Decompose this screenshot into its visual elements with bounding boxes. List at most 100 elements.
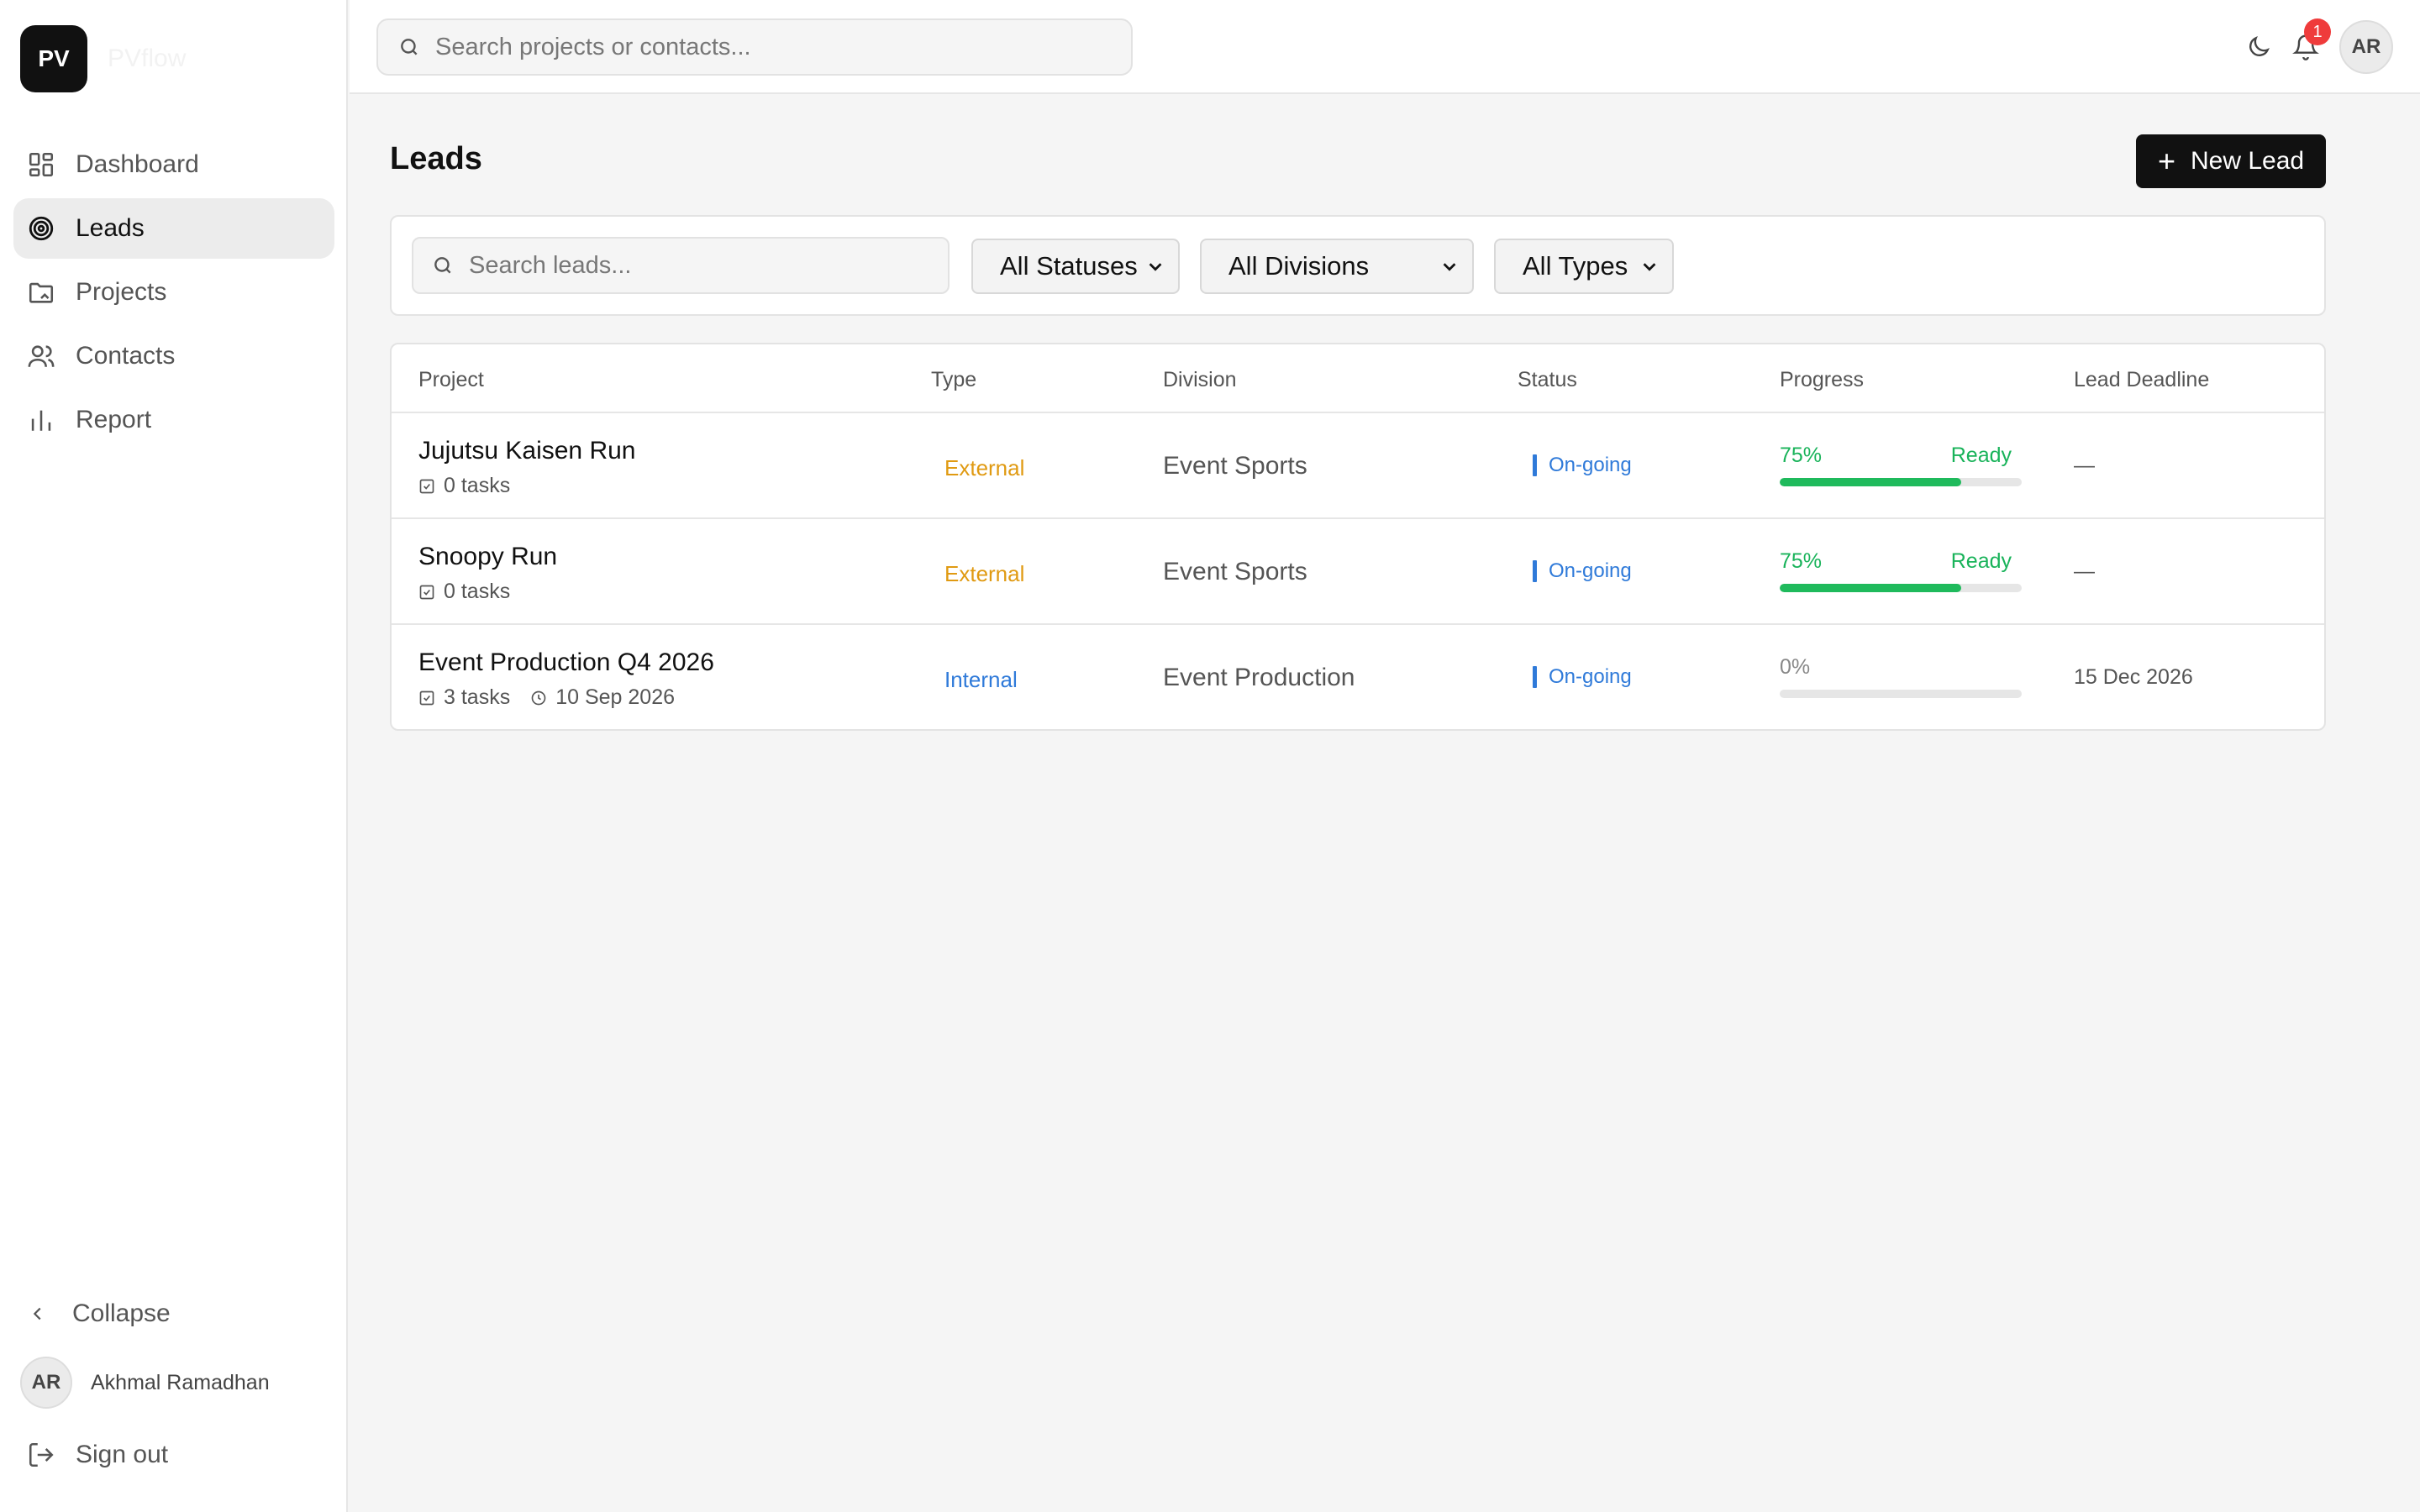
sidebar-item-label: Report — [76, 406, 152, 433]
theme-toggle-button[interactable] — [2242, 30, 2275, 64]
logout-icon — [27, 1441, 55, 1469]
brand-logo: PV — [20, 25, 87, 92]
table-row[interactable]: Snoopy Run 0 tasks External Event Sports… — [392, 519, 2324, 625]
top-bar: 1 AR — [350, 0, 2420, 94]
progress-percent: 75% — [1780, 549, 1823, 573]
project-date-text: 10 Sep 2026 — [555, 685, 675, 709]
moon-icon — [2249, 36, 2270, 56]
global-search-input[interactable] — [435, 33, 1131, 61]
page-title: Leads — [390, 141, 482, 176]
column-header-type[interactable]: Type — [931, 368, 976, 392]
users-icon — [27, 342, 55, 370]
new-lead-button[interactable]: + New Lead — [2136, 134, 2326, 188]
sidebar: PV PVflow Dashboard Leads Projects Conta… — [0, 0, 348, 1512]
sidebar-item-contacts[interactable]: Contacts — [13, 326, 334, 386]
filter-bar: All Statuses All Divisions All Types — [390, 215, 2326, 316]
checkbox-icon — [419, 690, 434, 705]
division-filter-select[interactable]: All Divisions — [1200, 239, 1474, 294]
project-meta: 3 tasks 10 Sep 2026 — [418, 685, 695, 710]
status-filter-select[interactable]: All Statuses — [971, 239, 1180, 294]
table-row[interactable]: Event Production Q4 2026 3 tasks 10 Sep … — [392, 625, 2324, 729]
brand-name: PVflow — [108, 45, 187, 72]
type-filter-select[interactable]: All Types — [1494, 239, 1674, 294]
folder-icon — [27, 278, 55, 307]
project-name[interactable]: Snoopy Run — [418, 543, 557, 571]
status-indicator — [1533, 454, 1537, 476]
task-count-text: 3 tasks — [444, 685, 511, 709]
column-header-division[interactable]: Division — [1163, 368, 1237, 392]
collapse-button[interactable]: Collapse — [13, 1284, 334, 1344]
target-icon — [27, 214, 55, 243]
progress-bar — [1780, 584, 2022, 592]
column-header-project[interactable]: Project — [418, 368, 484, 392]
type-badge: External — [944, 561, 1025, 586]
leads-search[interactable] — [412, 237, 950, 294]
new-lead-label: New Lead — [2190, 147, 2305, 175]
notification-badge: 1 — [2304, 18, 2331, 45]
sign-out-button[interactable]: Sign out — [13, 1425, 334, 1485]
project-name[interactable]: Event Production Q4 2026 — [418, 648, 714, 677]
task-count-text: 0 tasks — [444, 474, 511, 497]
status-filter-value: All Statuses — [1000, 251, 1138, 281]
checkbox-icon — [419, 479, 434, 493]
progress-state: Ready — [1950, 549, 2012, 573]
project-meta: 0 tasks — [418, 474, 530, 498]
column-header-lead-deadline[interactable]: Lead Deadline — [2074, 368, 2209, 392]
progress-cell: 75% Ready — [1780, 549, 2022, 592]
checkbox-icon — [419, 585, 434, 599]
division-filter-value: All Divisions — [1228, 251, 1370, 281]
clock-icon — [531, 690, 546, 705]
status-badge: On-going — [1533, 454, 1632, 477]
global-search[interactable] — [376, 18, 1133, 76]
division-text: Event Sports — [1163, 558, 1307, 585]
sidebar-item-report[interactable]: Report — [13, 390, 334, 450]
type-badge: Internal — [944, 667, 1018, 692]
sidebar-item-leads[interactable]: Leads — [13, 198, 334, 259]
leads-search-input[interactable] — [469, 251, 948, 280]
status-indicator — [1533, 666, 1537, 688]
column-header-progress[interactable]: Progress — [1780, 368, 1864, 392]
task-count: 3 tasks — [418, 685, 510, 710]
chevron-down-icon — [1146, 257, 1165, 276]
project-date: 10 Sep 2026 — [530, 685, 675, 710]
type-badge: External — [944, 455, 1025, 480]
search-icon — [432, 255, 454, 276]
sidebar-item-projects[interactable]: Projects — [13, 262, 334, 323]
brand[interactable]: PV PVflow — [20, 25, 186, 92]
lead-deadline: — — [2074, 454, 2095, 477]
status-indicator — [1533, 560, 1537, 582]
progress-state: Ready — [1950, 444, 2012, 467]
sidebar-item-label: Dashboard — [76, 150, 199, 178]
sidebar-item-dashboard[interactable]: Dashboard — [13, 134, 334, 195]
dashboard-icon — [27, 150, 55, 179]
project-name[interactable]: Jujutsu Kaisen Run — [418, 437, 636, 465]
avatar: AR — [20, 1357, 72, 1409]
status-badge: On-going — [1533, 665, 1632, 689]
chevron-down-icon — [1440, 257, 1459, 276]
sidebar-nav: Dashboard Leads Projects Contacts Report — [13, 134, 334, 454]
column-header-status[interactable]: Status — [1518, 368, 1577, 392]
sidebar-item-label: Projects — [76, 278, 167, 306]
notifications-button[interactable]: 1 — [2289, 18, 2331, 64]
plus-icon: + — [2157, 144, 2175, 178]
task-count-text: 0 tasks — [444, 580, 511, 603]
task-count: 0 tasks — [418, 474, 510, 498]
division-text: Event Sports — [1163, 452, 1307, 480]
status-text: On-going — [1549, 559, 1632, 582]
chevron-down-icon — [1640, 257, 1659, 276]
user-profile[interactable]: AR Akhmal Ramadhan — [13, 1352, 334, 1413]
progress-bar — [1780, 690, 2022, 698]
task-count: 0 tasks — [418, 580, 510, 604]
lead-deadline: 15 Dec 2026 — [2074, 665, 2193, 689]
project-meta: 0 tasks — [418, 580, 530, 604]
lead-deadline: — — [2074, 559, 2095, 583]
progress-percent: 75% — [1780, 444, 1823, 467]
search-icon — [398, 36, 420, 58]
table-row[interactable]: Jujutsu Kaisen Run 0 tasks External Even… — [392, 413, 2324, 519]
progress-fill — [1780, 478, 1961, 486]
bar-chart-icon — [27, 406, 55, 434]
sign-out-label: Sign out — [76, 1441, 169, 1468]
user-avatar-button[interactable]: AR — [2339, 20, 2393, 74]
sidebar-item-label: Leads — [76, 214, 145, 242]
status-text: On-going — [1549, 454, 1632, 476]
